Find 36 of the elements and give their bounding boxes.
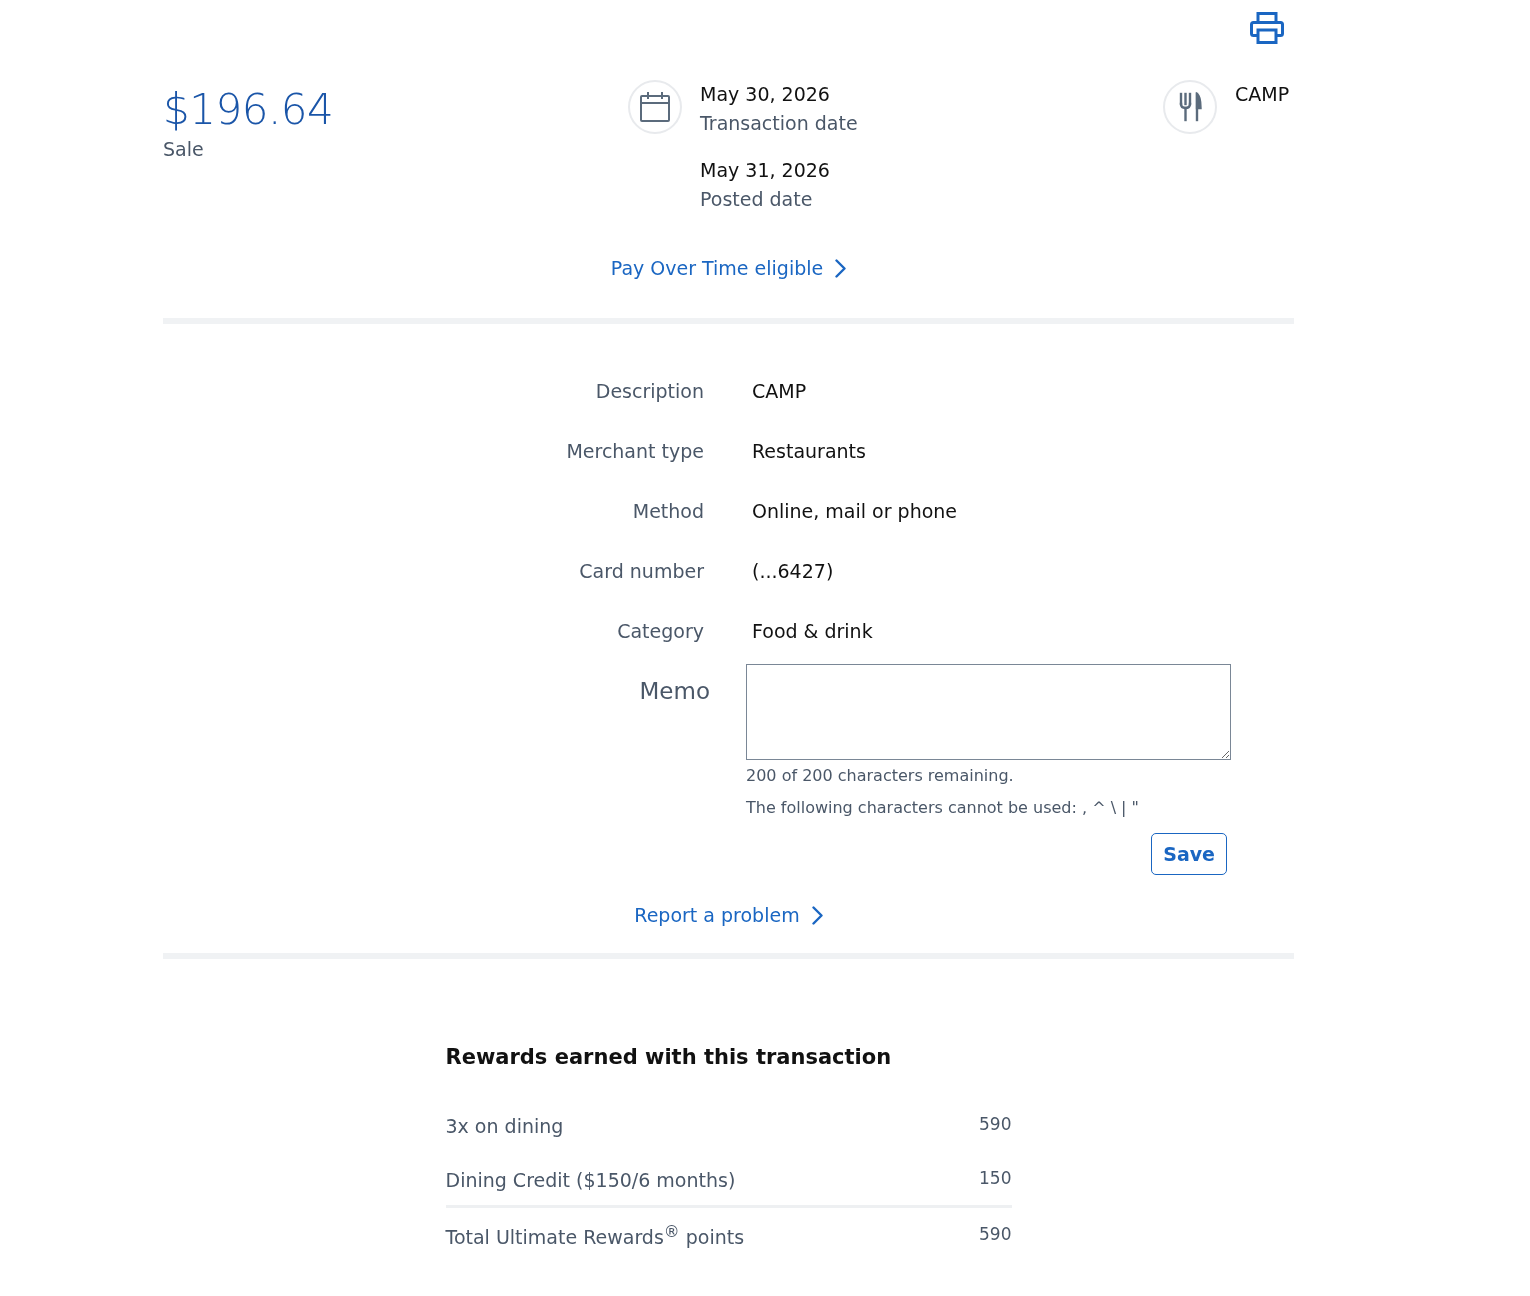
date-label: Posted date [700,187,813,212]
date-label: Transaction date [700,111,858,136]
transaction-type-text: Sale [163,137,204,162]
detail-label: Category [617,619,704,644]
detail-value: Food & drink [752,619,873,644]
detail-label: Description [595,379,704,404]
detail-value: Restaurants [752,439,866,464]
calendar-icon [628,80,682,134]
detail-label: Method [632,499,704,524]
reward-label: Dining Credit ($150/6 months) [445,1168,736,1191]
reward-points: 150 [979,1168,1012,1188]
report-problem-link[interactable]: Report a problem [634,901,823,929]
memo-field[interactable] [746,664,1231,760]
detail-value: CAMP [752,379,807,404]
date-value: May 31, 2026 [700,158,830,183]
chevron-right-icon [835,258,847,278]
detail-label: Card number [579,559,704,584]
reward-total-points: 590 [979,1223,1012,1244]
reward-total-label: Total Ultimate Rewards$^{®}$ points [445,1221,745,1249]
chevron-right-icon [811,905,823,925]
rewards-title: Rewards earned with this transaction [445,1044,892,1071]
detail-value: Online, mail or phone [752,499,958,524]
detail-value: (...6427) [752,559,834,584]
detail-label: Merchant type [566,439,704,464]
characters-remaining-text: 200 of 200 characters remaining. [746,765,1014,787]
fork-knife-icon [1163,80,1217,134]
restricted-characters-text: The following characters cannot be used: , ^ \ | " [746,797,1139,819]
memo-label: Memo [639,677,710,706]
date-value: May 30, 2026 [700,82,830,107]
merchant-name: CAMP [1235,82,1290,107]
reward-label: 3x on dining [445,1114,564,1137]
amount-text: $196.64 [163,84,334,136]
save-button[interactable]: Save [1151,833,1227,875]
pay-over-time-link[interactable]: Pay Over Time eligible [610,254,847,282]
print-icon[interactable] [1250,12,1284,44]
reward-points: 590 [979,1114,1012,1134]
